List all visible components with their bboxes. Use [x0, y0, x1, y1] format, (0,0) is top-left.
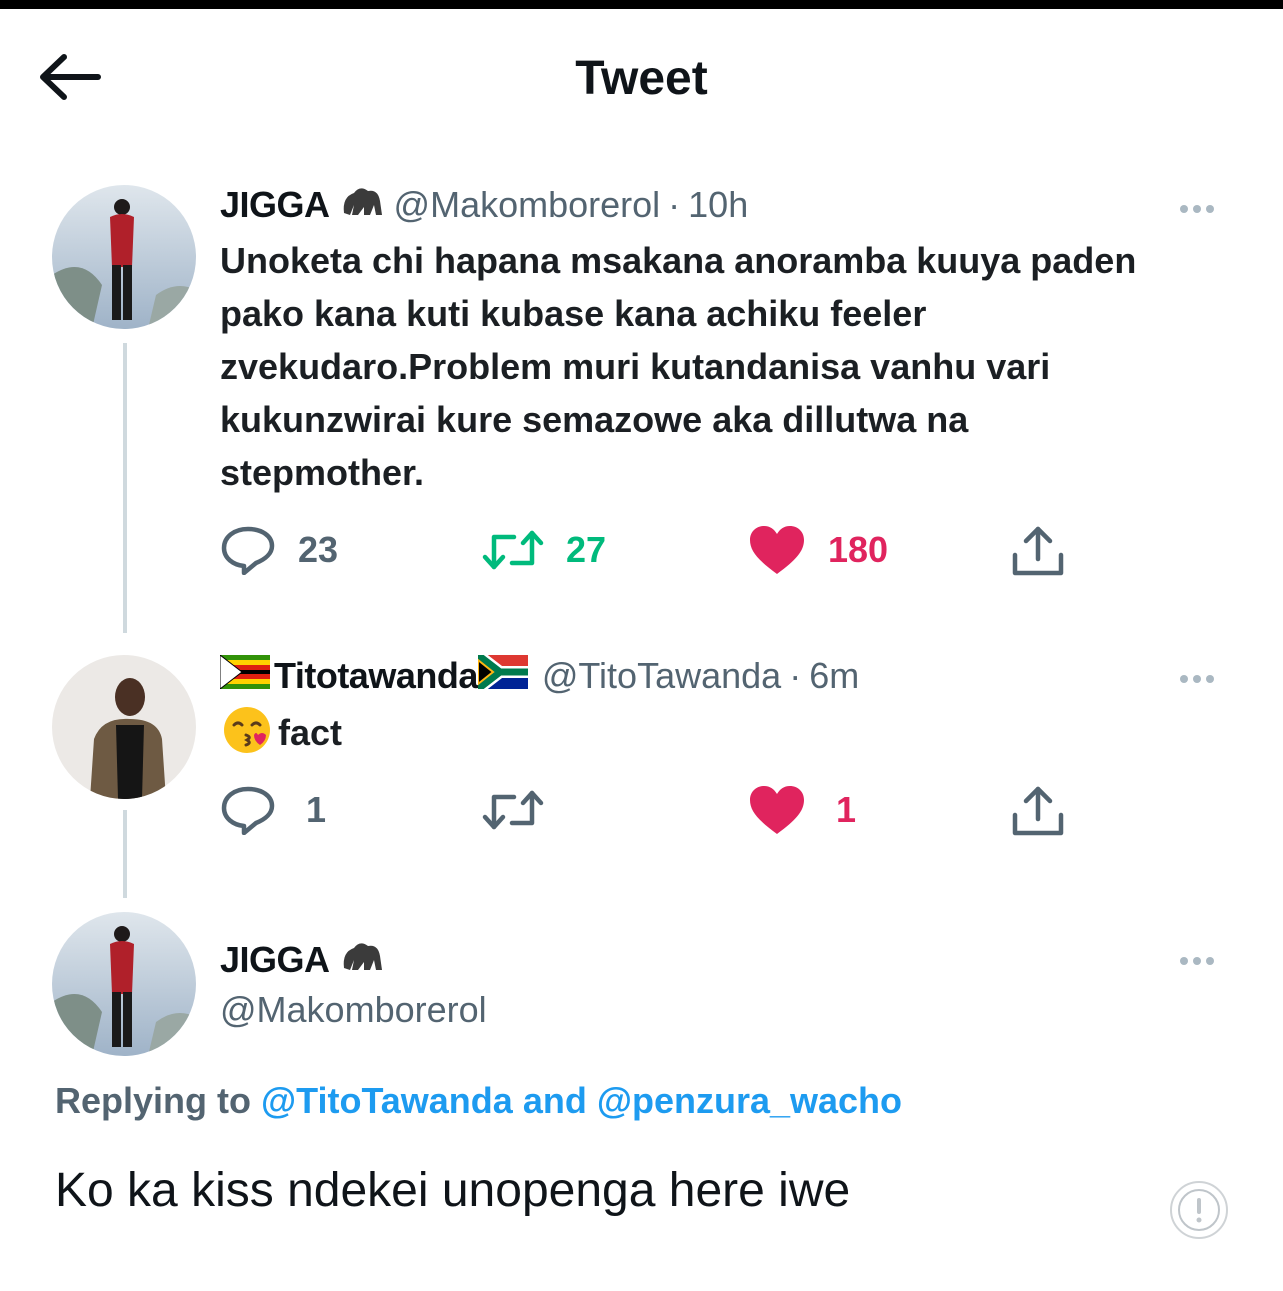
- kissing-face-emoji-icon: [222, 705, 272, 760]
- main-tweet-text: Ko ka kiss ndekei unopenga here iwe: [55, 1164, 851, 1217]
- heart-icon: [750, 526, 804, 574]
- avatar[interactable]: [52, 185, 196, 329]
- south-africa-flag-icon: [474, 649, 528, 698]
- reply-count: 1: [306, 789, 327, 830]
- page-title: Tweet: [575, 52, 708, 105]
- replying-to: Replying to @TitoTawanda and @penzura_wa…: [55, 1080, 902, 1122]
- tweet-body: fact: [222, 706, 342, 759]
- user-handle[interactable]: @Makomborerol: [394, 184, 661, 226]
- like-button[interactable]: 180: [748, 520, 888, 580]
- display-name[interactable]: JIGGA: [220, 184, 330, 226]
- more-options-icon[interactable]: [1180, 200, 1230, 220]
- display-name[interactable]: Titotawanda: [274, 655, 478, 697]
- share-button[interactable]: [1010, 520, 1066, 580]
- timestamp[interactable]: 10h: [688, 184, 748, 226]
- mention-link[interactable]: @TitoTawanda: [261, 1080, 513, 1121]
- replying-label: Replying to: [55, 1080, 251, 1121]
- avatar[interactable]: [52, 655, 196, 799]
- alert-icon[interactable]: [1169, 1180, 1229, 1240]
- retweet-button[interactable]: [482, 780, 566, 840]
- mention-conjunction[interactable]: and: [523, 1080, 587, 1121]
- more-options-icon[interactable]: [1180, 670, 1230, 690]
- main-tweet-header: JIGGA: [220, 938, 384, 982]
- like-count: 180: [828, 529, 889, 570]
- reply-icon: [221, 786, 275, 835]
- more-options-icon[interactable]: [1180, 952, 1230, 972]
- share-button[interactable]: [1010, 780, 1066, 840]
- mention-link[interactable]: @penzura_wacho: [597, 1080, 902, 1121]
- gorilla-emoji-icon: [340, 183, 384, 228]
- share-icon: [1012, 786, 1064, 836]
- user-handle[interactable]: @Makomborerol: [220, 989, 487, 1031]
- thread-line: [123, 810, 127, 898]
- tweet-actions: 1 1: [220, 780, 1080, 840]
- like-button[interactable]: 1: [748, 780, 856, 840]
- tweet-text: Unoketa chi hapana msakana anoramba kuuy…: [220, 240, 1137, 493]
- reply-icon: [221, 526, 275, 575]
- avatar[interactable]: [52, 912, 196, 1056]
- zimbabwe-flag-icon: [219, 653, 270, 698]
- separator: ·: [668, 184, 681, 225]
- timestamp[interactable]: 6m: [809, 655, 859, 697]
- share-icon: [1012, 526, 1064, 576]
- tweet-actions: 23 27 180: [220, 520, 1080, 580]
- main-tweet-handle-row: @Makomborerol: [220, 988, 487, 1032]
- reply-button[interactable]: 1: [220, 780, 326, 840]
- tweet-header: JIGGA @Makomborerol · 10h: [220, 183, 748, 227]
- tweet-text: fact: [278, 712, 343, 753]
- user-handle[interactable]: @TitoTawanda: [542, 655, 781, 697]
- reply-count: 23: [298, 529, 339, 570]
- tweet-header: Titotawanda @TitoTawanda · 6m: [219, 649, 859, 698]
- thread-line: [123, 343, 127, 633]
- top-edge: [0, 0, 1283, 9]
- retweet-icon: [482, 530, 544, 570]
- display-name[interactable]: JIGGA: [220, 939, 330, 981]
- retweet-icon: [482, 790, 544, 830]
- gorilla-emoji-icon: [340, 938, 384, 983]
- retweet-count: 27: [566, 529, 607, 570]
- retweet-button[interactable]: 27: [482, 520, 606, 580]
- separator: ·: [789, 655, 802, 696]
- like-count: 1: [836, 789, 857, 830]
- reply-button[interactable]: 23: [220, 520, 338, 580]
- page-header: Tweet: [0, 9, 1283, 144]
- heart-icon: [750, 786, 804, 834]
